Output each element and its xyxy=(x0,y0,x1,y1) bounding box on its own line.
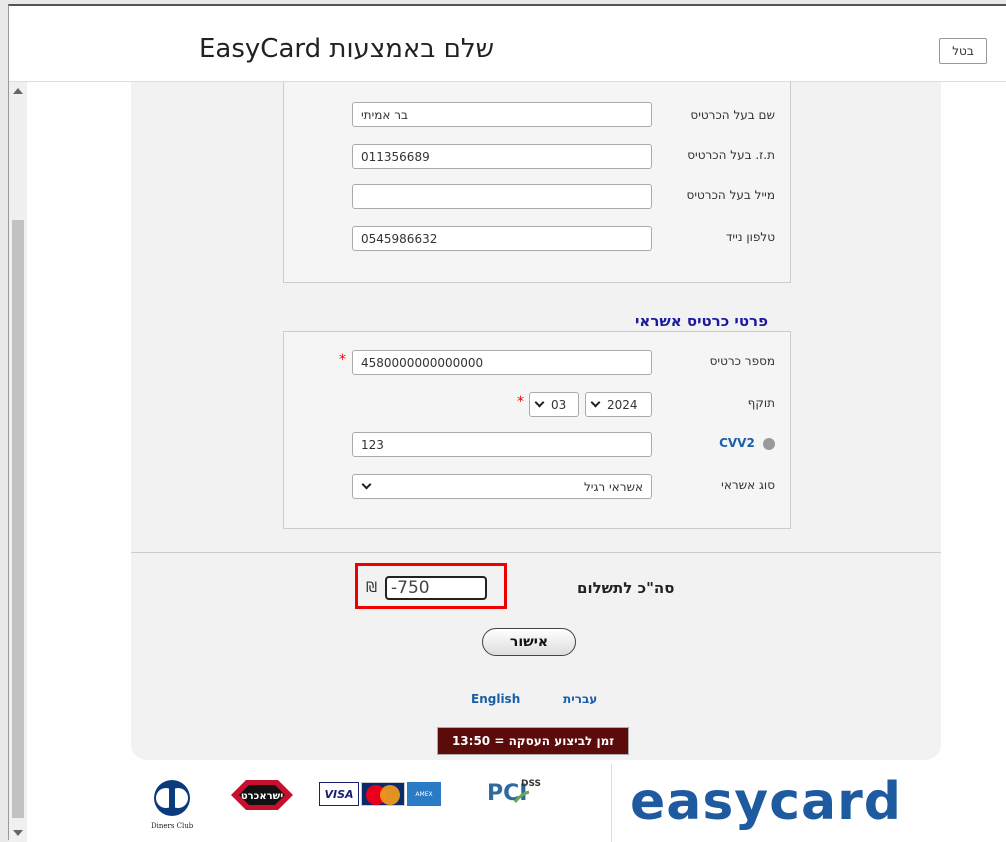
cardholder-email-label: מייל בעל הכרטיס xyxy=(686,188,775,202)
cardholder-phone-field[interactable]: 0545986632 xyxy=(352,226,652,251)
transaction-timer: זמן לביצוע העסקה = 13:50 xyxy=(437,727,629,755)
svg-text:DSS: DSS xyxy=(521,779,541,789)
modal-content: שם בעל הכרטיס בר אמיתי ת.ז. בעל הכרטיס 0… xyxy=(27,82,1006,842)
credit-type-label: סוג אשראי xyxy=(721,478,775,492)
cardholder-phone-label: טלפון נייד xyxy=(725,230,775,244)
credit-type-select[interactable]: אשראי רגיל xyxy=(352,474,652,499)
modal-header: שלם באמצעות EasyCard בטל xyxy=(9,6,1006,82)
scroll-down-arrow-icon[interactable] xyxy=(13,830,23,836)
card-number-label: מספר כרטיס xyxy=(709,354,775,368)
scroll-thumb[interactable] xyxy=(12,220,24,818)
cardholder-id-field[interactable]: 011356689 xyxy=(352,144,652,169)
easycard-brand-text: easycard xyxy=(630,772,902,832)
expiry-label: תוקף xyxy=(747,396,775,410)
help-icon[interactable] xyxy=(763,437,775,450)
confirm-button[interactable]: אישור xyxy=(482,628,576,656)
total-label: סה"כ לתשלום xyxy=(577,579,675,597)
divider xyxy=(131,552,941,553)
isracard-logo-icon: ישראכרט xyxy=(231,780,293,810)
chevron-down-icon xyxy=(361,479,372,490)
diners-club-text: Diners Club xyxy=(151,822,194,830)
vertical-scrollbar[interactable] xyxy=(9,82,27,842)
amex-logo-icon: AMEX xyxy=(407,782,441,806)
diners-club-logo-icon xyxy=(147,774,197,824)
cvv-field[interactable]: 123 xyxy=(352,432,652,457)
expiry-required: * xyxy=(517,394,524,410)
cardholder-name-field[interactable]: בר אמיתי xyxy=(352,102,652,127)
svg-text:ישראכרט: ישראכרט xyxy=(241,791,283,802)
total-amount-field[interactable]: -750 xyxy=(385,576,487,600)
expiry-month-select[interactable]: 03 xyxy=(529,392,579,417)
cardholder-email-field[interactable] xyxy=(352,184,652,209)
lang-english-link[interactable]: English xyxy=(471,692,520,706)
card-number-field[interactable]: 4580000000000000 xyxy=(352,350,652,375)
easycard-logo: easycard xyxy=(611,764,941,842)
chevron-down-icon xyxy=(590,397,601,408)
pci-dss-logo-icon: PCI DSS xyxy=(485,772,541,812)
visa-logo-icon: VISA xyxy=(319,782,359,806)
mastercard-logo-icon xyxy=(361,782,405,806)
lang-hebrew-link[interactable]: עברית xyxy=(563,692,597,706)
modal-title: שלם באמצעות EasyCard xyxy=(199,34,495,64)
card-number-required: * xyxy=(339,352,346,368)
card-section-title: פרטי כרטיס אשראי xyxy=(635,312,768,330)
chevron-down-icon xyxy=(534,397,545,408)
cardholder-id-label: ת.ז. בעל הכרטיס xyxy=(687,148,775,162)
payment-modal: שלם באמצעות EasyCard בטל שם בעל הכרטיס ב… xyxy=(8,4,1006,842)
cancel-button[interactable]: בטל xyxy=(939,38,987,64)
cvv-label: CVV2 xyxy=(715,436,775,450)
shekel-symbol: ₪ xyxy=(366,580,377,596)
expiry-year-select[interactable]: 2024 xyxy=(585,392,652,417)
scroll-up-arrow-icon[interactable] xyxy=(13,88,23,94)
cardholder-name-label: שם בעל הכרטיס xyxy=(690,108,775,122)
footer-logos: Diners Club ישראכרט VISA AMEX PCI DSS ea… xyxy=(131,764,941,842)
